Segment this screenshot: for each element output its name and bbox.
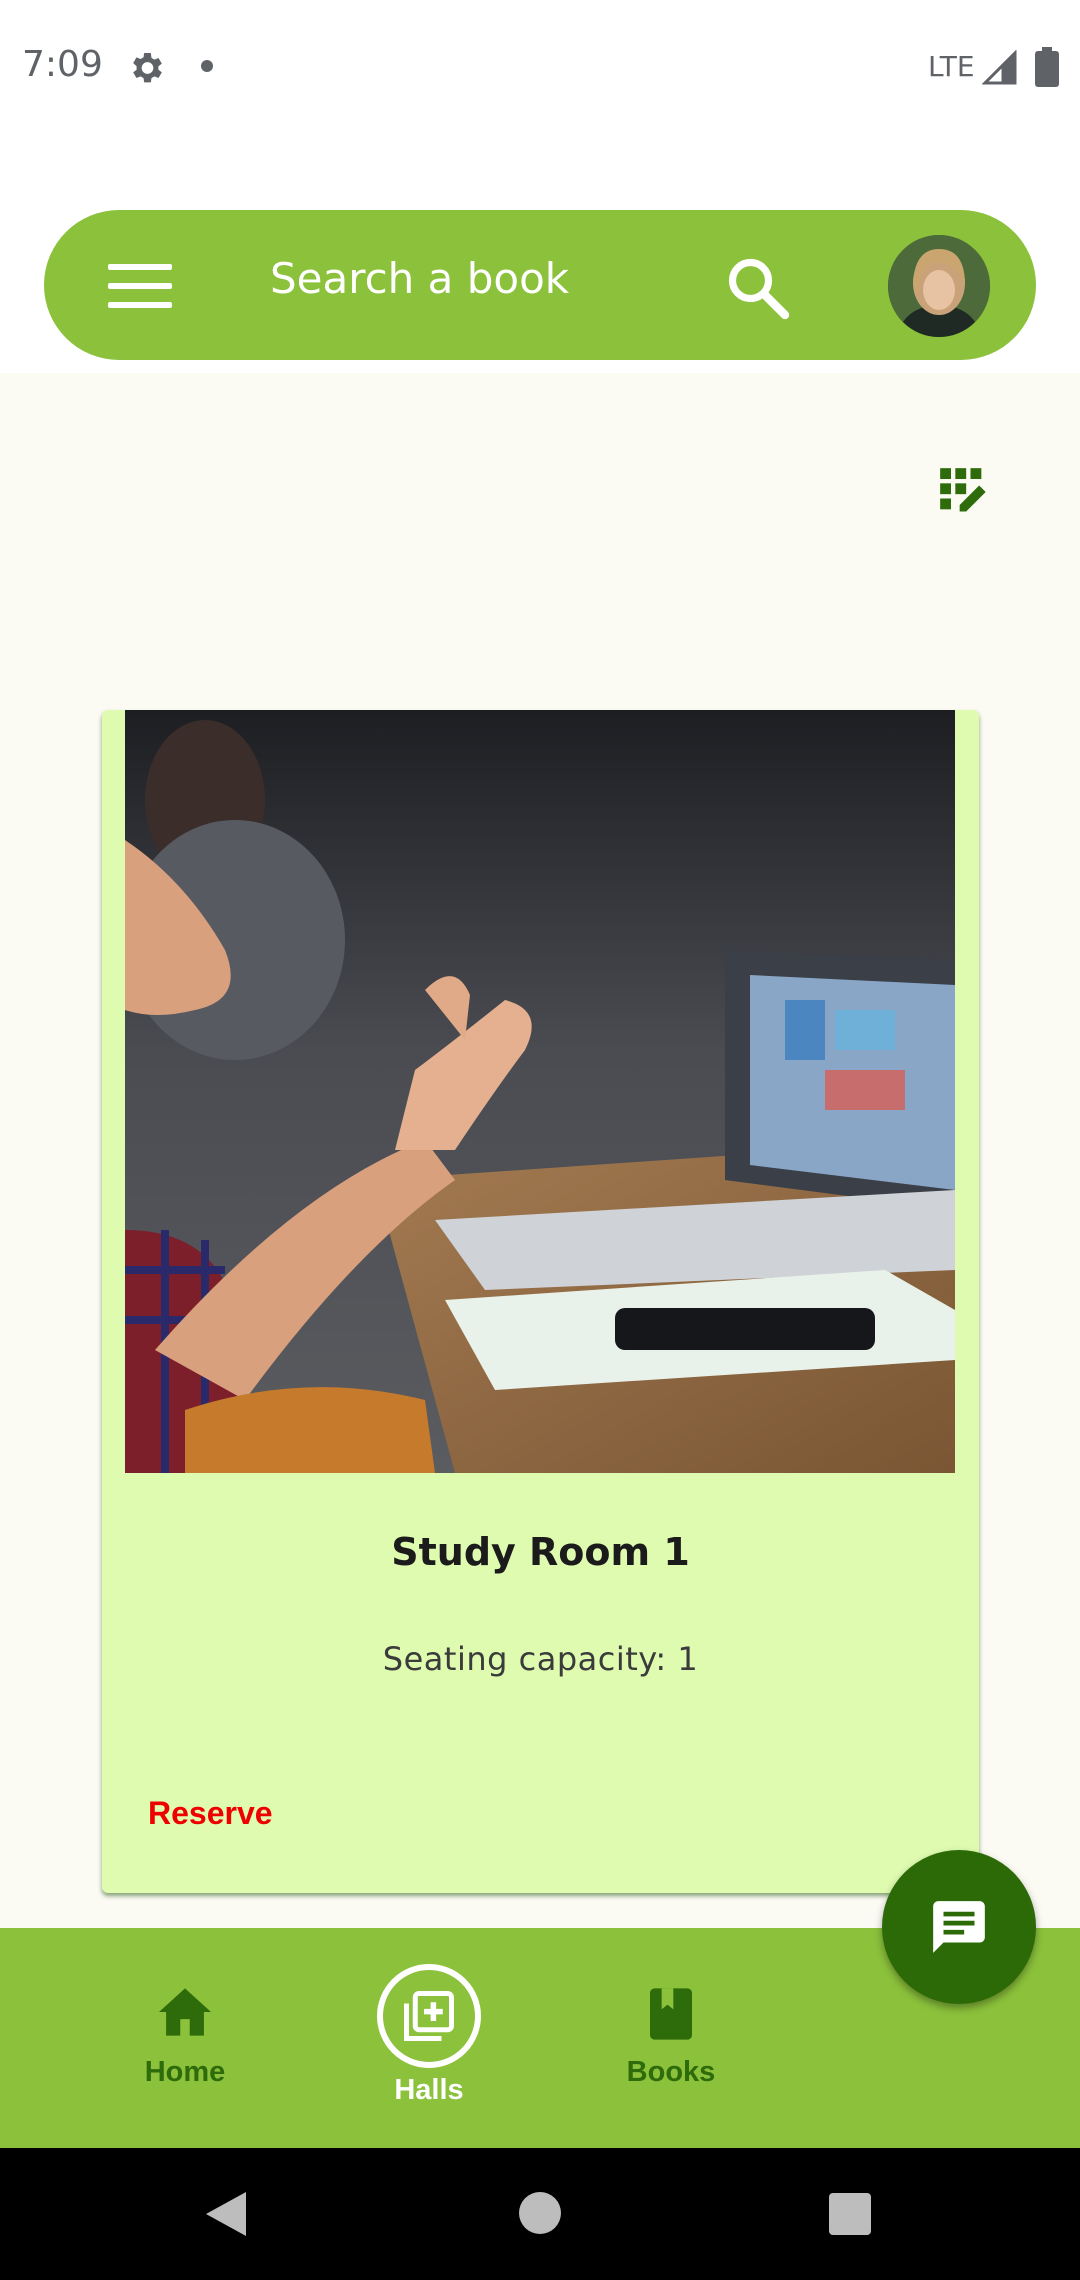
reserve-button[interactable]: Reserve bbox=[148, 1795, 273, 1832]
book-icon bbox=[650, 1988, 692, 2040]
nav-item-books[interactable]: Books bbox=[586, 1928, 756, 2148]
room-photo bbox=[125, 710, 955, 1473]
library-add-icon bbox=[377, 1964, 481, 2068]
seating-capacity: Seating capacity: 1 bbox=[382, 1640, 699, 1678]
room-title: Study Room 1 bbox=[391, 1530, 690, 1574]
grid-edit-icon[interactable] bbox=[938, 466, 990, 518]
status-bar: 7:09 LTE bbox=[0, 0, 1080, 135]
nav-label-books: Books bbox=[626, 2056, 716, 2088]
gear-icon bbox=[133, 53, 162, 83]
nav-item-home[interactable]: Home bbox=[100, 1928, 270, 2148]
notification-dot bbox=[201, 60, 213, 72]
recent-apps-button[interactable] bbox=[829, 2193, 871, 2235]
network-type: LTE bbox=[928, 50, 975, 83]
nav-label-home: Home bbox=[144, 2056, 226, 2088]
home-button[interactable] bbox=[519, 2192, 561, 2234]
back-icon[interactable] bbox=[206, 2192, 246, 2236]
nav-label-halls: Halls bbox=[394, 2074, 464, 2106]
search-input[interactable]: Search a book bbox=[270, 254, 569, 303]
avatar[interactable] bbox=[888, 235, 990, 337]
search-icon[interactable] bbox=[722, 252, 794, 324]
status-time: 7:09 bbox=[22, 44, 103, 85]
nav-item-halls[interactable]: Halls bbox=[344, 1928, 514, 2148]
home-icon bbox=[159, 1988, 211, 2036]
chat-fab[interactable] bbox=[882, 1850, 1036, 2004]
chat-icon bbox=[933, 1901, 985, 1953]
signal-icon bbox=[982, 50, 1017, 85]
menu-icon[interactable] bbox=[108, 264, 172, 308]
battery-icon bbox=[1035, 47, 1059, 87]
